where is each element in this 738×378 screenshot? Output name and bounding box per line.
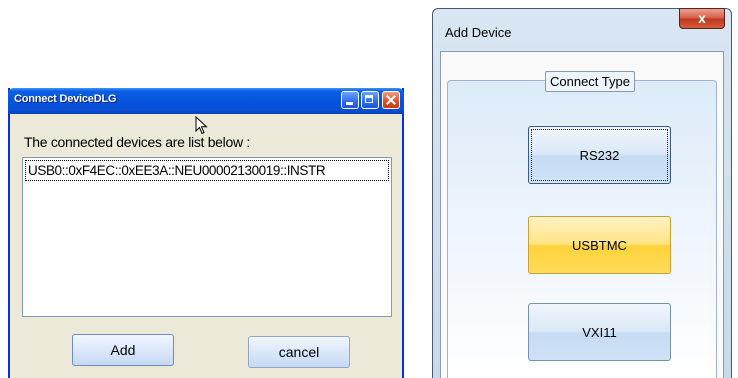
- cancel-button[interactable]: cancel: [248, 336, 350, 368]
- list-item[interactable]: USB0::0xF4EC::0xEE3A::NEU00002130019::IN…: [25, 160, 389, 181]
- dialog-client-area: Connect Type RS232 USBTMC VXI11: [440, 51, 724, 378]
- rs232-button[interactable]: RS232: [528, 126, 671, 184]
- close-button[interactable]: x: [679, 8, 725, 29]
- title-bar[interactable]: Connect DeviceDLG: [8, 88, 404, 114]
- mouse-cursor-icon: [195, 116, 208, 135]
- minimize-button[interactable]: [341, 91, 359, 109]
- close-button[interactable]: [382, 91, 400, 109]
- devices-caption: The connected devices are list below :: [24, 134, 250, 150]
- device-list[interactable]: USB0::0xF4EC::0xEE3A::NEU00002130019::IN…: [22, 157, 392, 317]
- window-title: Connect DeviceDLG: [14, 93, 117, 105]
- window-title: Add Device: [445, 25, 512, 40]
- add-button[interactable]: Add: [72, 334, 174, 366]
- group-label: Connect Type: [545, 71, 635, 92]
- connect-device-dialog: Connect DeviceDLG The connected devices …: [8, 88, 404, 378]
- add-device-dialog: Add Device x Connect Type RS232 USBTMC V…: [432, 8, 732, 378]
- vxi11-button[interactable]: VXI11: [528, 303, 671, 361]
- usbtmc-button[interactable]: USBTMC: [528, 216, 671, 274]
- maximize-button[interactable]: [361, 91, 379, 109]
